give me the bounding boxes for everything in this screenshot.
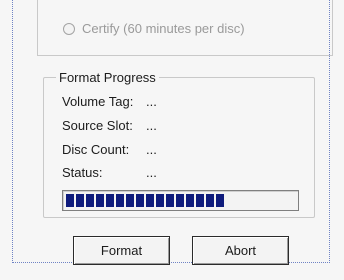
status-value: ... [146, 165, 157, 180]
disc-count-value: ... [146, 142, 157, 157]
radio-button[interactable] [63, 22, 75, 35]
format-progress-title: Format Progress [56, 70, 159, 85]
status-label: Status: [62, 165, 103, 180]
format-button[interactable]: Format [73, 236, 170, 265]
progress-bar-fill [66, 194, 224, 207]
volume-tag-value: ... [146, 94, 157, 109]
source-slot-value: ... [146, 118, 157, 133]
source-slot-label: Source Slot: [62, 118, 133, 133]
certify-label: Certify (60 minutes per disc) [82, 21, 245, 36]
abort-button[interactable]: Abort [192, 236, 289, 265]
volume-tag-label: Volume Tag: [62, 94, 134, 109]
disc-count-label: Disc Count: [62, 142, 130, 157]
certify-radio-option[interactable]: Certify (60 minutes per disc) [63, 21, 245, 36]
format-progress-bar [62, 190, 299, 211]
